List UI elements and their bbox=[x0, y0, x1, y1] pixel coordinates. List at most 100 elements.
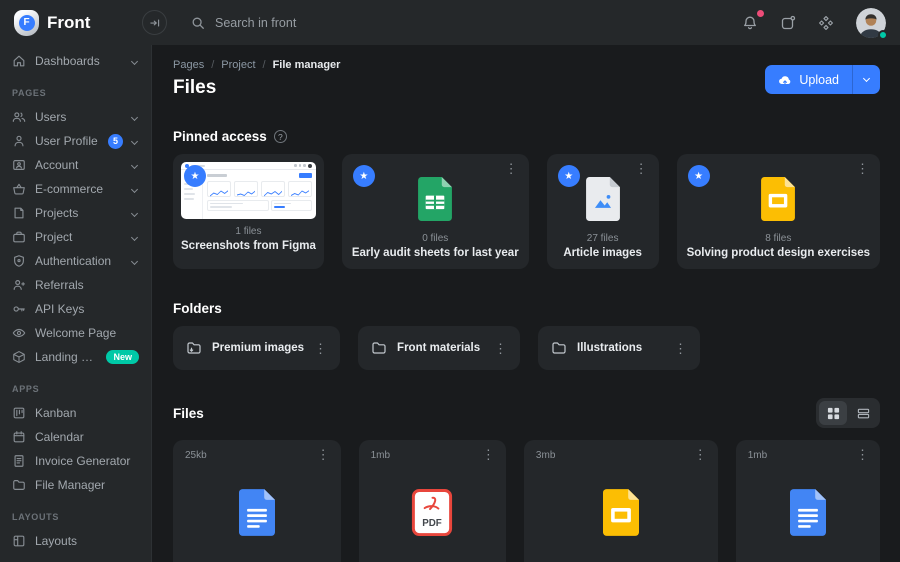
kebab-menu-button[interactable]: ⋮ bbox=[505, 162, 518, 175]
kebab-menu-button[interactable]: ⋮ bbox=[674, 342, 687, 355]
chevron-down-icon bbox=[130, 57, 139, 65]
pinned-card-screenshots[interactable]: ★ 1 files Screenshots from Figma bbox=[173, 154, 324, 269]
id-card-icon bbox=[13, 160, 25, 170]
pinned-card-audit-sheets[interactable]: ★ ⋮ 0 files Early audit sheets for last … bbox=[341, 154, 529, 269]
breadcrumb-pages[interactable]: Pages bbox=[173, 59, 204, 71]
sidebar-item-calendar[interactable]: Calendar bbox=[0, 425, 151, 449]
kebab-menu-button[interactable]: ⋮ bbox=[317, 448, 330, 461]
sidebar-item-api-keys[interactable]: API Keys bbox=[0, 297, 151, 321]
kebab-menu-button[interactable]: ⋮ bbox=[856, 448, 869, 461]
google-slides-icon bbox=[602, 489, 639, 536]
online-status-dot bbox=[878, 29, 888, 40]
notifications-button[interactable] bbox=[742, 9, 764, 31]
breadcrumb-file-manager: File manager bbox=[272, 59, 341, 71]
folder-icon bbox=[13, 480, 25, 490]
briefcase-icon bbox=[13, 231, 25, 243]
sidebar-item-user-profile[interactable]: User Profile 5 bbox=[0, 129, 151, 153]
eye-icon bbox=[12, 328, 26, 338]
user-profile-badge: 5 bbox=[108, 133, 123, 149]
breadcrumb-project[interactable]: Project bbox=[221, 59, 255, 71]
sidebar-item-ecommerce[interactable]: E-commerce bbox=[0, 177, 151, 201]
kebab-menu-button[interactable]: ⋮ bbox=[694, 448, 707, 461]
upload-split-button: Upload bbox=[765, 65, 880, 94]
brand[interactable]: F Front bbox=[0, 9, 138, 36]
sidebar-item-projects[interactable]: Projects bbox=[0, 201, 151, 225]
chevron-down-icon bbox=[130, 185, 139, 193]
sidebar-collapse-button[interactable] bbox=[142, 10, 167, 35]
star-badge[interactable]: ★ bbox=[352, 165, 375, 187]
pdf-file-icon: PDF bbox=[412, 489, 453, 536]
calendar-icon bbox=[13, 431, 25, 443]
pinned-access-title: Pinned access ? bbox=[173, 129, 880, 144]
star-badge[interactable]: ★ bbox=[184, 165, 206, 187]
new-badge: New bbox=[106, 350, 139, 364]
file-card-dashboard-layout[interactable]: 1mb ⋮ PDF Dashboard layout flow Updated … bbox=[358, 440, 506, 562]
folder-card-illustrations[interactable]: Illustrations ⋮ bbox=[538, 326, 701, 370]
sidebar-item-dashboards[interactable]: Dashboards bbox=[0, 49, 151, 73]
sidebar-item-referrals[interactable]: Referrals bbox=[0, 273, 151, 297]
activity-button[interactable] bbox=[780, 15, 796, 31]
cube-icon bbox=[13, 351, 25, 363]
users-icon bbox=[12, 112, 26, 122]
main-content: Pages / Project / File manager Files Upl… bbox=[153, 45, 900, 562]
google-sheets-icon bbox=[418, 176, 453, 221]
kebab-menu-button[interactable]: ⋮ bbox=[482, 448, 495, 461]
file-card-wordpress-contract[interactable]: 25kb ⋮ WordPress contract terms Updated … bbox=[173, 440, 341, 562]
kebab-menu-button[interactable]: ⋮ bbox=[314, 342, 327, 355]
star-badge[interactable]: ★ bbox=[687, 165, 710, 187]
folder-card-premium-images[interactable]: Premium images ⋮ bbox=[173, 326, 341, 370]
help-icon[interactable]: ? bbox=[273, 130, 287, 143]
kebab-menu-button[interactable]: ⋮ bbox=[494, 342, 507, 355]
google-slides-icon bbox=[761, 176, 796, 221]
front-logo-icon: F bbox=[14, 9, 39, 36]
upload-dropdown-toggle[interactable] bbox=[852, 65, 880, 94]
grid-view-button[interactable] bbox=[819, 401, 847, 425]
sidebar-item-welcome-page[interactable]: Welcome Page bbox=[0, 321, 151, 345]
pinned-card-design-exercises[interactable]: ★ ⋮ 8 files Solving product design exerc… bbox=[676, 154, 880, 269]
folders-section: Folders Premium images ⋮ Front materials… bbox=[173, 301, 880, 370]
sidebar-item-landing-page[interactable]: Landing Page New bbox=[0, 345, 151, 369]
search-input[interactable] bbox=[215, 15, 455, 30]
shield-icon bbox=[14, 255, 24, 267]
sidebar-section-layouts: LAYOUTS bbox=[12, 512, 60, 522]
kebab-menu-button[interactable]: ⋮ bbox=[856, 162, 869, 175]
notification-dot bbox=[757, 9, 764, 17]
folder-icon bbox=[552, 342, 566, 354]
sidebar-item-project[interactable]: Project bbox=[0, 225, 151, 249]
cloud-upload-icon bbox=[779, 75, 791, 85]
pinned-card-article-images[interactable]: ★ ⋮ 27 files Article images bbox=[546, 154, 659, 269]
sidebar-item-authentication[interactable]: Authentication bbox=[0, 249, 151, 273]
kebab-menu-button[interactable]: ⋮ bbox=[635, 162, 648, 175]
sidebar: Dashboards PAGES Users User Profile 5 Ac… bbox=[0, 45, 152, 562]
sidebar-section-pages: PAGES bbox=[12, 88, 47, 98]
widgets-button[interactable] bbox=[818, 15, 834, 31]
pinned-files-count: 1 files bbox=[235, 226, 262, 237]
file-card-untitled[interactable]: 1mb ⋮ Untitled Updated 5 hours ago bbox=[735, 440, 880, 562]
user-avatar[interactable] bbox=[856, 7, 888, 40]
image-file-icon bbox=[585, 176, 620, 221]
folders-grid: Premium images ⋮ Front materials ⋮ Illus… bbox=[173, 326, 880, 370]
navbar-actions bbox=[742, 7, 900, 40]
sidebar-item-kanban[interactable]: Kanban bbox=[0, 401, 151, 425]
chevron-down-icon bbox=[130, 113, 139, 121]
widgets-diamonds-icon bbox=[819, 15, 833, 30]
star-badge[interactable]: ★ bbox=[557, 165, 580, 187]
folder-icon bbox=[372, 342, 386, 354]
upload-button[interactable]: Upload bbox=[765, 65, 852, 94]
sidebar-item-users[interactable]: Users bbox=[0, 105, 151, 129]
sidebar-item-invoice-generator[interactable]: Invoice Generator bbox=[0, 449, 151, 473]
breadcrumb: Pages / Project / File manager bbox=[173, 59, 341, 71]
person-plus-icon bbox=[13, 280, 25, 290]
chevron-down-icon bbox=[130, 137, 139, 145]
sidebar-item-account[interactable]: Account bbox=[0, 153, 151, 177]
list-view-button[interactable] bbox=[849, 401, 877, 425]
folder-name: Front materials bbox=[397, 342, 481, 354]
file-card-wordpress-theme[interactable]: 3mb ⋮ WordPress theme presentation Updat… bbox=[523, 440, 718, 562]
google-docs-icon bbox=[238, 489, 275, 536]
folder-name: Illustrations bbox=[577, 342, 643, 354]
folder-card-front-materials[interactable]: Front materials ⋮ bbox=[358, 326, 521, 370]
pinned-card-name: Screenshots from Figma bbox=[181, 240, 316, 252]
sidebar-item-layouts[interactable]: Layouts bbox=[0, 529, 151, 553]
sidebar-item-file-manager[interactable]: File Manager bbox=[0, 473, 151, 497]
grid-view-icon bbox=[827, 407, 839, 419]
